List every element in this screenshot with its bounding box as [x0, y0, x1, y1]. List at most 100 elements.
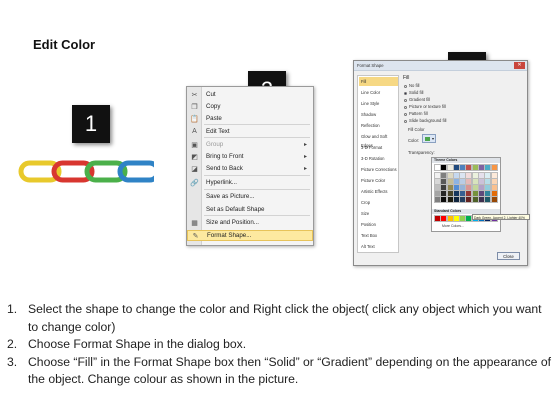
menu-item-size-and-position[interactable]: ▦ Size and Position...	[187, 217, 313, 228]
color-swatch[interactable]	[434, 164, 441, 171]
category-artistic-effects[interactable]: Artistic Effects	[359, 187, 398, 196]
menu-item-paste[interactable]: 📋 Paste	[187, 113, 313, 124]
more-colors-link[interactable]: More Colors...	[442, 224, 464, 228]
color-swatch[interactable]	[465, 184, 473, 191]
fill-option-pattern-fill[interactable]: Pattern fill	[404, 111, 428, 117]
radio-button[interactable]	[404, 98, 407, 102]
menu-item-copy[interactable]: ❐ Copy	[187, 101, 313, 112]
menu-item-cut[interactable]: ✂ Cut	[187, 89, 313, 100]
menu-item-bring-to-front[interactable]: ◩ Bring to Front ▸	[187, 151, 313, 162]
category-glow-and-soft-edges[interactable]: Glow and Soft Edges	[359, 132, 398, 148]
category-size[interactable]: Size	[359, 209, 398, 218]
color-swatch[interactable]	[446, 196, 454, 203]
color-swatch[interactable]	[484, 184, 492, 191]
radio-button[interactable]	[404, 91, 407, 95]
color-swatch[interactable]	[452, 196, 460, 203]
category-alt-text[interactable]: Alt Text	[359, 242, 398, 251]
color-swatch[interactable]	[484, 190, 492, 197]
color-swatch[interactable]	[459, 190, 467, 197]
menu-item-format-shape[interactable]: ✎ Format Shape...	[187, 230, 313, 241]
fill-option-picture-or-texture-fill[interactable]: Picture or texture fill	[404, 104, 446, 110]
color-swatch[interactable]	[440, 164, 448, 171]
color-swatch[interactable]	[490, 172, 498, 179]
color-swatch[interactable]	[478, 184, 486, 191]
color-swatch[interactable]	[471, 164, 479, 171]
color-swatch[interactable]	[478, 172, 486, 179]
color-swatch[interactable]	[434, 178, 441, 185]
close-icon[interactable]: ✕	[514, 62, 525, 69]
color-swatch[interactable]	[459, 164, 467, 171]
color-swatch[interactable]	[459, 178, 467, 185]
radio-button[interactable]	[404, 112, 407, 116]
color-swatch[interactable]	[465, 215, 473, 222]
fill-option-slide-background-fill[interactable]: Slide background fill	[404, 118, 446, 124]
radio-button[interactable]	[404, 84, 407, 88]
color-swatch[interactable]	[446, 172, 454, 179]
category-position[interactable]: Position	[359, 220, 398, 229]
category-shadow[interactable]: Shadow	[359, 110, 398, 119]
category-reflection[interactable]: Reflection	[359, 121, 398, 130]
color-swatch[interactable]	[459, 215, 467, 222]
color-swatch[interactable]	[465, 172, 473, 179]
category-3-d-format[interactable]: 3-D Format	[359, 143, 398, 152]
color-swatch[interactable]	[459, 196, 467, 203]
color-swatch[interactable]	[465, 196, 473, 203]
color-swatch[interactable]	[459, 172, 467, 179]
category-picture-corrections[interactable]: Picture Corrections	[359, 165, 398, 174]
color-swatch[interactable]	[440, 184, 448, 191]
category-text-box[interactable]: Text Box	[359, 231, 398, 240]
color-swatch[interactable]	[478, 196, 486, 203]
color-swatch[interactable]	[471, 178, 479, 185]
color-swatch[interactable]	[452, 215, 460, 222]
color-swatch[interactable]	[465, 164, 473, 171]
color-swatch[interactable]	[490, 178, 498, 185]
category-picture-color[interactable]: Picture Color	[359, 176, 398, 185]
radio-button[interactable]	[404, 119, 407, 123]
color-swatch[interactable]	[434, 196, 441, 203]
color-swatch[interactable]	[434, 215, 441, 222]
menu-item-group[interactable]: ▣ Group ▸	[187, 139, 313, 150]
color-swatch[interactable]	[484, 164, 492, 171]
color-swatch[interactable]	[434, 172, 441, 179]
color-swatch[interactable]	[452, 184, 460, 191]
color-swatch[interactable]	[452, 178, 460, 185]
color-swatch[interactable]	[471, 172, 479, 179]
menu-item-hyperlink[interactable]: 🔗 Hyperlink...	[187, 177, 313, 188]
color-swatch[interactable]	[440, 196, 448, 203]
menu-item-edit-text[interactable]: A Edit Text	[187, 126, 313, 137]
color-swatch[interactable]	[471, 190, 479, 197]
category-line-style[interactable]: Line Style	[359, 99, 398, 108]
color-swatch[interactable]	[446, 190, 454, 197]
color-swatch[interactable]	[484, 178, 492, 185]
color-swatch[interactable]	[490, 190, 498, 197]
color-swatch[interactable]	[465, 190, 473, 197]
color-swatch[interactable]	[434, 184, 441, 191]
color-swatch[interactable]	[446, 164, 454, 171]
color-swatch[interactable]	[452, 190, 460, 197]
color-swatch[interactable]	[478, 190, 486, 197]
category-fill[interactable]: Fill	[359, 77, 398, 86]
color-swatch[interactable]	[440, 190, 448, 197]
color-swatch[interactable]	[446, 178, 454, 185]
color-swatch[interactable]	[452, 172, 460, 179]
radio-button[interactable]	[404, 105, 407, 109]
close-button[interactable]: Close	[497, 252, 520, 260]
color-swatch[interactable]	[434, 190, 441, 197]
color-swatch[interactable]	[478, 164, 486, 171]
fill-option-solid-fill[interactable]: Solid fill	[404, 90, 423, 96]
category-line-color[interactable]: Line Color	[359, 88, 398, 97]
color-swatch[interactable]	[490, 196, 498, 203]
color-swatch[interactable]	[490, 184, 498, 191]
color-swatch[interactable]	[446, 184, 454, 191]
color-swatch[interactable]	[446, 215, 454, 222]
fill-option-no-fill[interactable]: No fill	[404, 83, 419, 89]
menu-item-save-as-picture[interactable]: Save as Picture...	[187, 191, 313, 202]
menu-item-send-to-back[interactable]: ◪ Send to Back ▸	[187, 163, 313, 174]
color-swatch[interactable]	[459, 184, 467, 191]
category-crop[interactable]: Crop	[359, 198, 398, 207]
category-3-d-rotation[interactable]: 3-D Rotation	[359, 154, 398, 163]
color-swatch[interactable]	[440, 172, 448, 179]
color-swatch[interactable]	[478, 178, 486, 185]
color-picker-button[interactable]: ▾	[422, 134, 436, 143]
color-swatch[interactable]	[484, 172, 492, 179]
